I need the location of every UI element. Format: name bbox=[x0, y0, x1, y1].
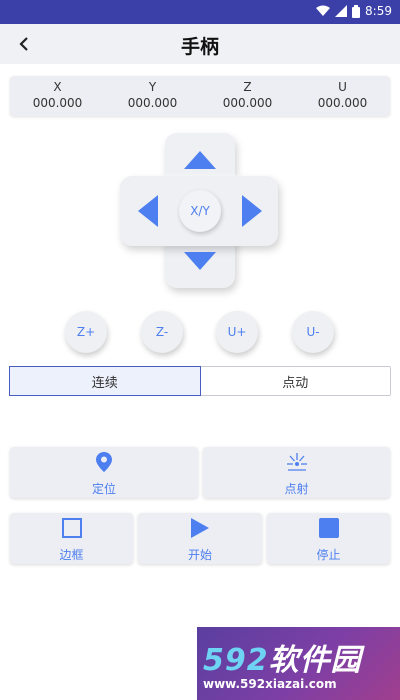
coord-u: U 000.000 bbox=[295, 76, 390, 116]
coordinate-panel: X 000.000 Y 000.000 Z 000.000 U 000.000 bbox=[10, 76, 390, 116]
fire-button[interactable]: 点射 bbox=[203, 447, 390, 498]
xy-home-button[interactable]: X/Y bbox=[179, 190, 221, 232]
coord-x: X 000.000 bbox=[10, 76, 105, 116]
start-label: 开始 bbox=[187, 548, 212, 562]
start-button[interactable]: 开始 bbox=[138, 513, 262, 564]
coord-value: 000.000 bbox=[32, 96, 83, 110]
coord-label: X bbox=[53, 80, 62, 94]
coord-value: 000.000 bbox=[127, 96, 178, 110]
move-right-arrow-icon[interactable] bbox=[242, 195, 262, 227]
move-up-arrow-icon[interactable] bbox=[184, 151, 216, 169]
watermark-logo-number: 592 bbox=[203, 643, 269, 678]
frame-label: 边框 bbox=[59, 548, 84, 562]
move-left-arrow-icon[interactable] bbox=[138, 195, 158, 227]
z-plus-button[interactable]: Z+ bbox=[65, 311, 107, 353]
status-bar: 8:59 bbox=[0, 0, 400, 24]
locate-label: 定位 bbox=[91, 482, 116, 496]
mode-jog-tab[interactable]: 点动 bbox=[200, 367, 390, 395]
coord-value: 000.000 bbox=[222, 96, 273, 110]
stop-label: 停止 bbox=[316, 548, 341, 562]
status-time: 8:59 bbox=[365, 4, 392, 18]
coord-label: Z bbox=[243, 80, 252, 94]
locate-button[interactable]: 定位 bbox=[10, 447, 198, 498]
coord-z: Z 000.000 bbox=[200, 76, 295, 116]
move-down-arrow-icon[interactable] bbox=[184, 252, 216, 270]
coord-value: 000.000 bbox=[317, 96, 368, 110]
u-minus-button[interactable]: U- bbox=[292, 311, 334, 353]
watermark-logo: 592软件园 bbox=[203, 635, 362, 679]
frame-button[interactable]: 边框 bbox=[10, 513, 133, 564]
status-icons: 8:59 bbox=[316, 4, 392, 18]
fire-label: 点射 bbox=[284, 482, 309, 496]
watermark-logo-text: 软件园 bbox=[268, 643, 362, 678]
page-title: 手柄 bbox=[180, 36, 219, 58]
stop-button[interactable]: 停止 bbox=[267, 513, 390, 564]
z-minus-button[interactable]: Z- bbox=[141, 311, 183, 353]
mode-continuous-tab[interactable]: 连续 bbox=[9, 366, 201, 396]
watermark-url: www.592xiazai.com bbox=[203, 677, 337, 691]
coord-label: Y bbox=[148, 80, 157, 94]
direction-pad: X/Y bbox=[120, 133, 278, 288]
square-frame-icon bbox=[61, 518, 82, 538]
location-pin-icon bbox=[96, 452, 112, 472]
laser-burst-icon bbox=[286, 453, 307, 471]
play-icon bbox=[191, 518, 209, 538]
battery-icon bbox=[352, 4, 361, 18]
watermark: 592软件园 www.592xiazai.com bbox=[197, 627, 400, 700]
coord-label: U bbox=[338, 80, 347, 94]
app-bar: 手柄 bbox=[0, 24, 400, 64]
stop-icon bbox=[318, 518, 339, 538]
u-plus-button[interactable]: U+ bbox=[216, 311, 258, 353]
coord-y: Y 000.000 bbox=[105, 76, 200, 116]
signal-icon bbox=[335, 5, 348, 17]
mode-toggle: 连续 点动 bbox=[9, 366, 391, 396]
wifi-icon bbox=[316, 5, 331, 16]
